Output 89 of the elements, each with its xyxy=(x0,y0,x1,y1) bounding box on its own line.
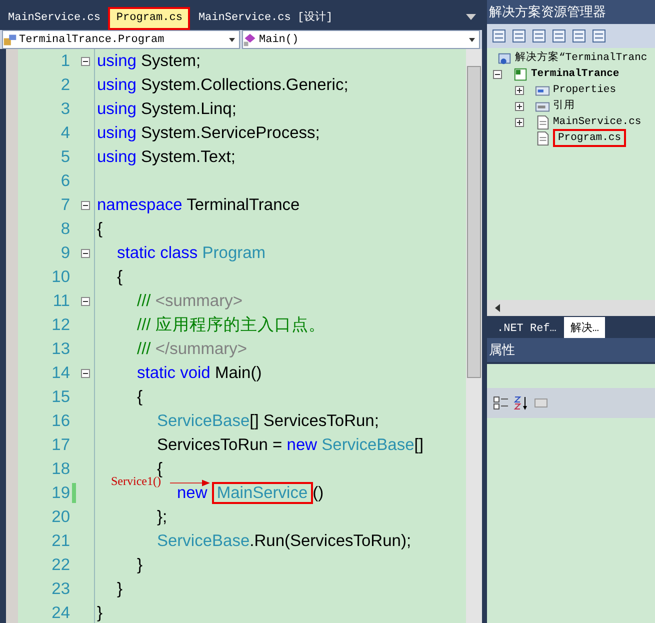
line-number: 19 xyxy=(50,484,70,502)
type-dropdown[interactable]: TerminalTrance.Program xyxy=(2,30,240,49)
toolbar-icon[interactable] xyxy=(551,28,567,44)
line-number: 22 xyxy=(50,556,70,574)
line-number: 12 xyxy=(50,316,70,334)
toolbar-icon[interactable] xyxy=(511,28,527,44)
toolbar-icon[interactable] xyxy=(491,28,507,44)
code-line: { xyxy=(117,267,123,288)
line-number: 9 xyxy=(60,244,70,262)
line-number: 17 xyxy=(50,436,70,454)
line-number: 10 xyxy=(50,268,70,286)
tree-item[interactable]: MainService.cs xyxy=(553,115,642,129)
categorized-icon[interactable] xyxy=(493,395,509,411)
toolbar-icon[interactable] xyxy=(571,28,587,44)
vertical-scrollbar[interactable] xyxy=(466,49,482,623)
line-number: 5 xyxy=(60,148,70,166)
line-number: 3 xyxy=(60,100,70,118)
tree-item[interactable]: TerminalTrance xyxy=(531,67,620,81)
panel-tab[interactable]: .NET Ref… xyxy=(491,320,562,338)
horizontal-scrollbar[interactable] xyxy=(487,300,655,316)
panel-tab[interactable]: 解决… xyxy=(564,317,606,338)
solution-icon xyxy=(497,50,512,66)
editor-tab[interactable]: Program.cs xyxy=(108,7,190,30)
code-line: { xyxy=(97,219,103,240)
code-line: /// </summary> xyxy=(137,339,248,360)
code-line: /// <summary> xyxy=(137,291,242,312)
line-number: 16 xyxy=(50,412,70,430)
method-icon xyxy=(243,32,257,46)
expand-icon[interactable] xyxy=(515,102,524,110)
line-number: 6 xyxy=(60,172,70,190)
line-number: 2 xyxy=(60,76,70,94)
line-number: 1 xyxy=(60,52,70,70)
code-file-icon xyxy=(535,130,550,146)
code-line: using System.Linq; xyxy=(97,99,236,120)
class-icon xyxy=(3,32,17,46)
code-line: using System.Text; xyxy=(97,147,236,168)
panel-title: 属性 xyxy=(487,338,655,362)
editor-tab[interactable]: MainService.cs [设计] xyxy=(190,4,341,30)
collapse-icon[interactable] xyxy=(493,70,502,78)
line-number: 14 xyxy=(50,364,70,382)
dropdown-arrow-icon[interactable] xyxy=(466,14,476,20)
line-number: 21 xyxy=(50,532,70,550)
line-number: 7 xyxy=(60,196,70,214)
line-number: 4 xyxy=(60,124,70,142)
code-line: using System.Collections.Generic; xyxy=(97,75,348,96)
line-number: 15 xyxy=(50,388,70,406)
line-number: 20 xyxy=(50,508,70,526)
line-number: 11 xyxy=(52,292,70,310)
editor-tab[interactable]: MainService.cs xyxy=(0,7,108,30)
toolbar-icon[interactable] xyxy=(531,28,547,44)
expand-icon[interactable] xyxy=(515,86,524,94)
csharp-project-icon xyxy=(513,66,528,82)
line-number: 13 xyxy=(50,340,70,358)
code-line: { xyxy=(137,387,143,408)
code-line: ServicesToRun = new ServiceBase[] xyxy=(157,435,424,456)
code-file-icon xyxy=(535,114,550,130)
code-line: { xyxy=(157,459,163,478)
code-line: /// 应用程序的主入口点。 xyxy=(137,315,326,336)
code-line: static class Program xyxy=(117,243,266,264)
code-line: } xyxy=(97,603,103,623)
tree-item[interactable]: 引用 xyxy=(553,99,575,113)
code-line: using System.ServiceProcess; xyxy=(97,123,320,144)
tree-item[interactable]: Program.cs xyxy=(553,129,626,147)
tree-item[interactable]: Properties xyxy=(553,83,616,97)
collapse-icon[interactable] xyxy=(80,56,90,66)
collapse-icon[interactable] xyxy=(80,368,90,378)
line-number: 23 xyxy=(50,580,70,598)
panel-title: 解决方案资源管理器 xyxy=(487,0,655,24)
sort-icon[interactable] xyxy=(513,395,529,411)
line-number: 8 xyxy=(60,220,70,238)
code-line: }; xyxy=(157,507,168,528)
collapse-icon[interactable] xyxy=(80,200,90,210)
code-line: using System; xyxy=(97,51,201,72)
tree-item[interactable]: 解决方案“TerminalTranc xyxy=(515,51,648,65)
object-selector-field[interactable] xyxy=(487,364,655,388)
toolbar-icon[interactable] xyxy=(591,28,607,44)
line-number: 24 xyxy=(50,604,70,622)
collapse-icon[interactable] xyxy=(80,296,90,306)
code-line: ServiceBase[] ServicesToRun; xyxy=(157,411,379,432)
code-line: new MainService () xyxy=(177,482,324,504)
line-number: 18 xyxy=(50,460,70,478)
collapse-icon[interactable] xyxy=(80,248,90,258)
code-line: } xyxy=(137,555,143,576)
code-line: namespace TerminalTrance xyxy=(97,195,300,216)
member-dropdown[interactable]: Main() xyxy=(242,30,480,49)
code-line: ServiceBase.Run(ServicesToRun); xyxy=(157,531,412,552)
code-line: static void Main() xyxy=(137,363,262,384)
code-line: } xyxy=(117,579,123,600)
expand-icon[interactable] xyxy=(515,118,524,126)
